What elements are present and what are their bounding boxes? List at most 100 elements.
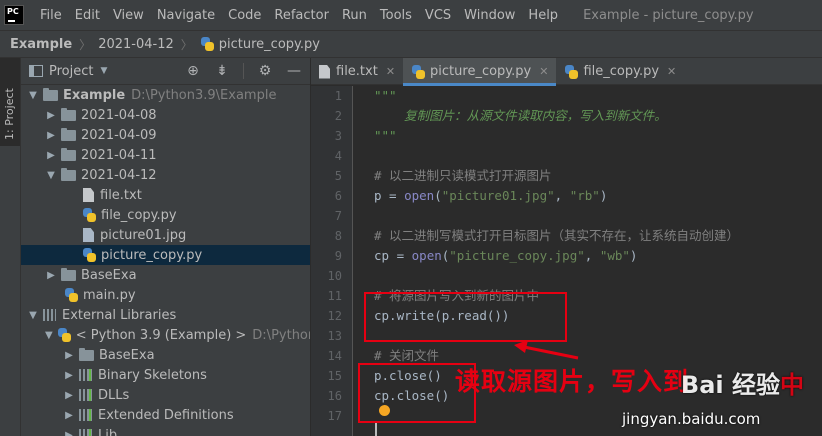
library-icon (79, 369, 92, 381)
tree-item-label: file.txt (100, 187, 142, 203)
project-panel-tools: ⊕ ⇟ ⚙ — (185, 63, 302, 79)
menu-code[interactable]: Code (222, 8, 268, 23)
collapse-all-icon[interactable]: ⇟ (214, 63, 230, 79)
code-token: "wb" (599, 248, 630, 263)
chevron-right-icon: 〉 (79, 37, 92, 52)
cursor-marker-icon (379, 405, 390, 416)
project-view-icon (29, 65, 43, 77)
chevron-right-icon[interactable]: ▶ (45, 130, 57, 141)
tab-file-txt[interactable]: file.txt ✕ (311, 58, 403, 85)
menu-vcs[interactable]: VCS (419, 8, 458, 23)
hide-panel-icon[interactable]: — (286, 63, 302, 79)
tree-item-2021-04-12[interactable]: ▼ 2021-04-12 (21, 165, 310, 185)
text-file-icon (319, 64, 330, 79)
tree-item-label: main.py (83, 287, 136, 303)
close-icon[interactable]: ✕ (667, 65, 676, 78)
code-line-8: # 以二进制写模式打开目标图片（其实不存在，让系统自动创建） (374, 228, 740, 243)
tree-item-sdk-baseexa[interactable]: ▶ BaseExa (21, 345, 310, 365)
breadcrumb: Example 〉 2021-04-12 〉 picture_copy.py (0, 30, 822, 58)
watermark-url: jingyan.baidu.com (622, 410, 761, 428)
menu-navigate[interactable]: Navigate (151, 8, 222, 23)
tree-item-python-sdk[interactable]: ▼ < Python 3.9 (Example) > D:\Python3.9\ (21, 325, 310, 345)
menu-refactor[interactable]: Refactor (268, 8, 336, 23)
chevron-right-icon[interactable]: ▶ (63, 370, 75, 381)
tree-item-file-copy-py[interactable]: file_copy.py (21, 205, 310, 225)
code-token: open (404, 188, 435, 203)
code-line-9: cp = open("picture_copy.jpg", "wb") (374, 246, 637, 266)
chevron-right-icon: 〉 (180, 37, 193, 52)
tree-item-2021-04-09[interactable]: ▶ 2021-04-09 (21, 125, 310, 145)
locate-file-icon[interactable]: ⊕ (185, 63, 201, 79)
library-icon (43, 309, 56, 321)
tree-item-label: picture_copy.py (101, 247, 203, 263)
python-file-icon (64, 288, 78, 302)
tree-item-baseexa[interactable]: ▶ BaseExa (21, 265, 310, 285)
code-token: open (411, 248, 442, 263)
menu-file[interactable]: File (34, 8, 69, 23)
menu-view[interactable]: View (107, 8, 151, 23)
chevron-right-icon[interactable]: ▶ (63, 430, 75, 436)
menu-help[interactable]: Help (522, 8, 565, 23)
folder-icon (61, 147, 76, 161)
tree-item-dlls[interactable]: ▶ DLLs (21, 385, 310, 405)
chevron-down-icon[interactable]: ▼ (45, 170, 57, 181)
chevron-right-icon[interactable]: ▶ (63, 390, 75, 401)
chevron-right-icon[interactable]: ▶ (63, 410, 75, 421)
code-line-6: p = open("picture01.jpg", "rb") (374, 186, 607, 206)
project-panel-title[interactable]: Project (49, 64, 93, 79)
tree-item-extended-definitions[interactable]: ▶ Extended Definitions (21, 405, 310, 425)
chevron-right-icon[interactable]: ▶ (45, 150, 57, 161)
breadcrumb-project[interactable]: Example (10, 37, 72, 52)
menu-window[interactable]: Window (458, 8, 522, 23)
toolbar-divider (243, 63, 244, 79)
tree-item-file-txt[interactable]: file.txt (21, 185, 310, 205)
code-token: ) (599, 188, 608, 203)
line-number: 15 (327, 369, 342, 383)
tree-item-lib[interactable]: ▶ Lib (21, 425, 310, 436)
tree-item-label: BaseExa (81, 267, 137, 283)
menu-run[interactable]: Run (336, 8, 374, 23)
watermark-suffix: 中 (780, 371, 804, 399)
tree-item-2021-04-08[interactable]: ▶ 2021-04-08 (21, 105, 310, 125)
close-icon[interactable]: ✕ (539, 65, 548, 78)
menu-bar: PC File Edit View Navigate Code Refactor… (0, 0, 822, 30)
chevron-down-icon[interactable]: ▼ (100, 66, 107, 76)
tab-label: file.txt (336, 64, 378, 79)
tab-file-copy-py[interactable]: file_copy.py ✕ (556, 58, 684, 85)
tree-item-path: D:\Python3.9\Example (131, 87, 277, 103)
line-number: 9 (334, 249, 342, 263)
tree-item-picture01-jpg[interactable]: picture01.jpg (21, 225, 310, 245)
chevron-right-icon[interactable]: ▶ (45, 110, 57, 121)
tree-item-label: DLLs (98, 387, 130, 403)
code-line-2: 复制图片：从源文件读取内容，写入到新文件。 (374, 108, 667, 123)
chevron-right-icon[interactable]: ▶ (45, 270, 57, 281)
python-sdk-icon (57, 328, 71, 342)
menu-edit[interactable]: Edit (69, 8, 107, 23)
tab-picture-copy-py[interactable]: picture_copy.py ✕ (403, 58, 557, 86)
tree-item-binary-skeletons[interactable]: ▶ Binary Skeletons (21, 365, 310, 385)
line-number-gutter: 1 2 3 4 5 6 7 8 9 10 11 12 13 14 15 16 1… (311, 86, 353, 436)
breadcrumb-file[interactable]: picture_copy.py (219, 37, 320, 52)
breadcrumb-folder[interactable]: 2021-04-12 (98, 37, 174, 52)
tree-item-2021-04-11[interactable]: ▶ 2021-04-11 (21, 145, 310, 165)
text-caret (375, 423, 377, 436)
chevron-right-icon[interactable]: ▶ (63, 350, 75, 361)
library-icon (79, 389, 92, 401)
image-file-icon (83, 228, 94, 242)
tree-item-main-py[interactable]: main.py (21, 285, 310, 305)
chevron-down-icon[interactable]: ▼ (27, 310, 39, 321)
menu-tools[interactable]: Tools (374, 8, 419, 23)
code-token: p = (374, 188, 405, 203)
folder-icon (61, 167, 76, 181)
chevron-down-icon[interactable]: ▼ (45, 330, 53, 341)
close-icon[interactable]: ✕ (386, 65, 395, 78)
gear-icon[interactable]: ⚙ (257, 63, 273, 79)
tree-item-example[interactable]: ▼ Example D:\Python3.9\Example (21, 85, 310, 105)
tree-item-external-libraries[interactable]: ▼ External Libraries (21, 305, 310, 325)
tab-label: file_copy.py (583, 64, 660, 79)
project-tool-tab[interactable]: 1: Project (0, 58, 20, 146)
line-number: 6 (334, 189, 342, 203)
chevron-down-icon[interactable]: ▼ (27, 90, 39, 101)
tree-item-label: External Libraries (62, 307, 177, 323)
tree-item-picture-copy-py[interactable]: picture_copy.py (21, 245, 310, 265)
